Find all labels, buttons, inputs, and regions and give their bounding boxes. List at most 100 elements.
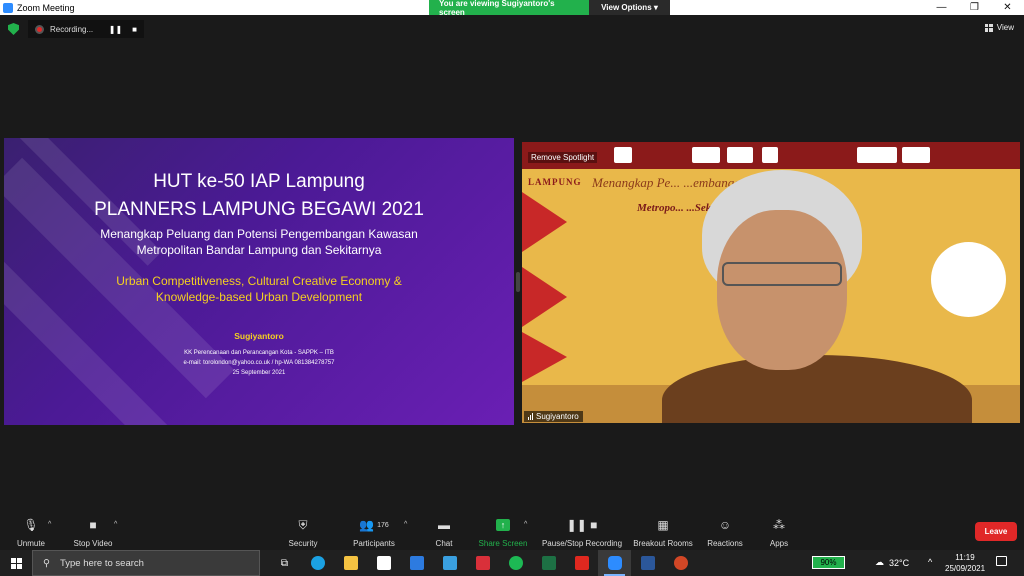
view-label: View: [996, 23, 1014, 32]
taskbar-app-edge[interactable]: [301, 550, 334, 576]
chat-button[interactable]: ▬ Chat: [430, 517, 458, 548]
reactions-button[interactable]: ☺ Reactions: [706, 517, 744, 548]
participant-face: [717, 210, 847, 370]
spotify-icon: [508, 556, 523, 570]
sponsor-logo: [762, 147, 778, 163]
slide-date: 25 September 2021: [232, 370, 286, 376]
participant-count: 176: [377, 521, 389, 529]
view-options-button[interactable]: View Options ▾: [589, 0, 670, 15]
participant-name-tag: Sugiyantoro: [524, 411, 583, 422]
view-button[interactable]: View: [984, 23, 1014, 32]
taskbar-app-mail[interactable]: [400, 550, 433, 576]
slide-contact: e-mail: torolondon@yahoo.co.uk / hp-WA 0…: [183, 360, 335, 366]
slide-subtitle-line-2: Metropolitan Bandar Lampung dan Sekitarn…: [136, 243, 382, 257]
start-button[interactable]: [0, 557, 32, 569]
taskbar-app-store[interactable]: [367, 550, 400, 576]
iap-logo-subtext: LAMPUNG: [528, 177, 582, 187]
signal-strength-icon: [528, 413, 533, 420]
security-button[interactable]: ⛨ Security: [286, 517, 320, 549]
breakout-rooms-label: Breakout Rooms: [633, 539, 693, 548]
pause-stop-icon: ❚❚ ■: [566, 518, 598, 532]
shield-icon: ⛨: [298, 517, 308, 532]
participant-glasses: [722, 262, 842, 286]
stop-video-button[interactable]: ■ Stop Video: [70, 517, 116, 548]
screen-share-banner: You are viewing Sugiyantoro's screen Vie…: [429, 0, 670, 17]
chat-label: Chat: [435, 539, 453, 548]
clock-date: 25/09/2021: [945, 564, 986, 573]
red-app-icon: [475, 556, 490, 570]
close-button[interactable]: ✕: [991, 2, 1024, 13]
share-options-caret[interactable]: ^: [524, 521, 527, 528]
show-hidden-icons-chevron-icon[interactable]: ^: [928, 557, 932, 567]
meeting-toolbar: 🎙 Unmute ^ ■ Stop Video ^ ⛨ Security 👥 17…: [0, 512, 1024, 550]
zoom-icon: [607, 556, 622, 570]
participants-options-caret[interactable]: ^: [404, 521, 407, 528]
task-view-button[interactable]: ⧉: [268, 550, 301, 576]
slide-title-2: PLANNERS LAMPUNG BEGAWI 2021: [94, 199, 424, 220]
security-label: Security: [288, 539, 318, 548]
pause-recording-icon[interactable]: ❚❚: [109, 25, 122, 34]
audio-options-caret[interactable]: ^: [48, 521, 51, 528]
panel-resize-handle[interactable]: [516, 272, 520, 292]
restore-button[interactable]: ❐: [958, 2, 991, 13]
excel-icon: [541, 556, 556, 570]
slide-title-1: HUT ke-50 IAP Lampung: [153, 171, 365, 192]
unmute-label: Unmute: [16, 539, 45, 548]
sponsor-logo: [727, 147, 753, 163]
minimize-button[interactable]: —: [925, 2, 958, 13]
participants-label: Participants: [353, 539, 395, 548]
leave-button[interactable]: Leave: [975, 522, 1017, 541]
taskbar-app-red[interactable]: [466, 550, 499, 576]
taskbar-app-explorer[interactable]: [334, 550, 367, 576]
video-options-caret[interactable]: ^: [114, 521, 117, 528]
slide-theme: Urban Competitiveness, Cultural Creative…: [4, 273, 514, 305]
encryption-shield-icon[interactable]: [8, 23, 19, 35]
taskbar-app-spotify[interactable]: [499, 550, 532, 576]
participant-body: [662, 355, 972, 423]
notification-icon[interactable]: [996, 556, 1007, 566]
remove-spotlight-button[interactable]: Remove Spotlight: [528, 152, 598, 163]
participants-button[interactable]: 👥 176 Participants: [350, 517, 398, 548]
breakout-rooms-icon: ▦: [657, 518, 669, 532]
participant-name: Sugiyantoro: [536, 412, 579, 421]
sponsor-logo: [614, 147, 632, 163]
apps-icon: ⁂: [773, 518, 785, 532]
task-view-icon: ⧉: [280, 557, 289, 569]
taskbar-app-word[interactable]: [631, 550, 664, 576]
taskbar-clock[interactable]: 11:19 25/09/2021: [945, 552, 985, 574]
reactions-label: Reactions: [707, 539, 743, 548]
taskbar-app-powerpoint[interactable]: [664, 550, 697, 576]
taskbar-search-box[interactable]: ⚲ Type here to search: [32, 550, 260, 576]
pause-stop-recording-label: Pause/Stop Recording: [541, 539, 623, 548]
mail-icon: [409, 556, 424, 570]
taskbar-app-zoom[interactable]: [598, 550, 631, 576]
background-decoration: [522, 192, 567, 252]
l-app-icon: [442, 556, 457, 570]
taskbar-app-excel[interactable]: [532, 550, 565, 576]
participants-icon: 👥 176: [359, 518, 389, 532]
pause-stop-recording-button[interactable]: ❚❚ ■ Pause/Stop Recording: [540, 517, 624, 548]
taskbar-app-acrobat[interactable]: [565, 550, 598, 576]
unmute-button[interactable]: 🎙 Unmute: [14, 517, 48, 548]
search-icon: ⚲: [43, 557, 50, 569]
recording-dot-icon: [35, 24, 44, 34]
slide-theme-line-1: Urban Competitiveness, Cultural Creative…: [116, 274, 402, 288]
breakout-rooms-button[interactable]: ▦ Breakout Rooms: [632, 517, 694, 548]
edge-icon: [310, 556, 325, 570]
shared-screen-slide: HUT ke-50 IAP Lampung PLANNERS LAMPUNG B…: [4, 138, 514, 425]
apps-label: Apps: [769, 539, 789, 548]
participant-figure: [662, 170, 972, 423]
taskbar-app-l[interactable]: [433, 550, 466, 576]
store-icon: [376, 556, 391, 570]
stop-recording-icon[interactable]: ■: [132, 25, 137, 34]
share-screen-label: Share Screen: [478, 539, 528, 548]
share-screen-button[interactable]: ↑ Share Screen: [478, 517, 528, 548]
viewing-screen-message: You are viewing Sugiyantoro's screen: [429, 0, 589, 17]
weather-widget[interactable]: ☁ 32°C: [875, 557, 909, 568]
slide-presenter-name: Sugiyantoro: [234, 331, 284, 341]
recording-label: Recording...: [50, 24, 94, 34]
participant-video-tile[interactable]: IAP LAMPUNG Menangkap Pe... ...embangan …: [522, 142, 1020, 423]
slide-affiliation: KK Perencanaan dan Perancangan Kota - SA…: [184, 350, 334, 356]
battery-indicator[interactable]: 90%: [812, 556, 845, 569]
apps-button[interactable]: ⁂ Apps: [766, 517, 792, 548]
